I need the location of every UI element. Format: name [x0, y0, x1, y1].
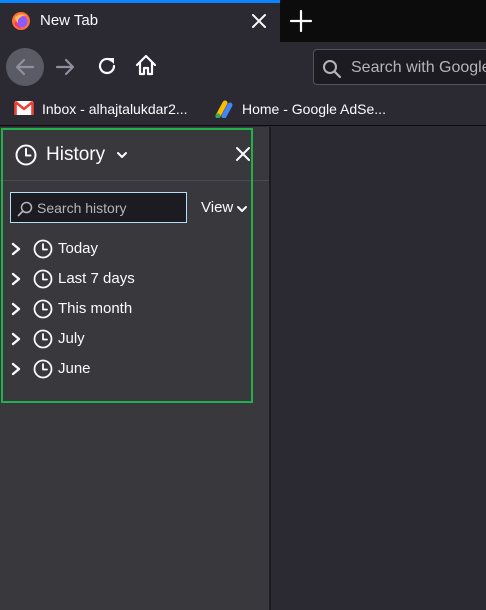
back-arrow-icon — [15, 58, 35, 76]
bookmark-label: Inbox - alhajtalukdar2... — [42, 101, 188, 117]
url-bar[interactable]: Search with Google — [313, 49, 486, 85]
url-bar-placeholder: Search with Google — [351, 59, 486, 76]
tab-active-indicator — [0, 0, 280, 3]
close-icon[interactable] — [248, 10, 270, 32]
reload-icon[interactable] — [95, 54, 119, 78]
gmail-icon — [14, 100, 34, 115]
highlight-box — [1, 128, 253, 403]
tab-strip: New Tab — [0, 0, 486, 42]
tab-new-tab[interactable]: New Tab — [0, 0, 280, 42]
search-icon — [323, 60, 342, 79]
forward-arrow-icon[interactable] — [54, 56, 76, 78]
bookmarks-toolbar: Inbox - alhajtalukdar2... Home - Google … — [0, 92, 486, 126]
bookmark-label: Home - Google AdSe... — [242, 101, 386, 117]
back-button[interactable] — [6, 48, 44, 86]
plus-icon[interactable] — [288, 8, 314, 34]
adsense-icon — [215, 100, 233, 118]
tab-title: New Tab — [40, 12, 99, 29]
navigation-toolbar: Search with Google — [0, 42, 486, 92]
firefox-logo-icon — [12, 12, 30, 30]
home-icon[interactable] — [134, 53, 158, 77]
page-content — [271, 127, 486, 610]
